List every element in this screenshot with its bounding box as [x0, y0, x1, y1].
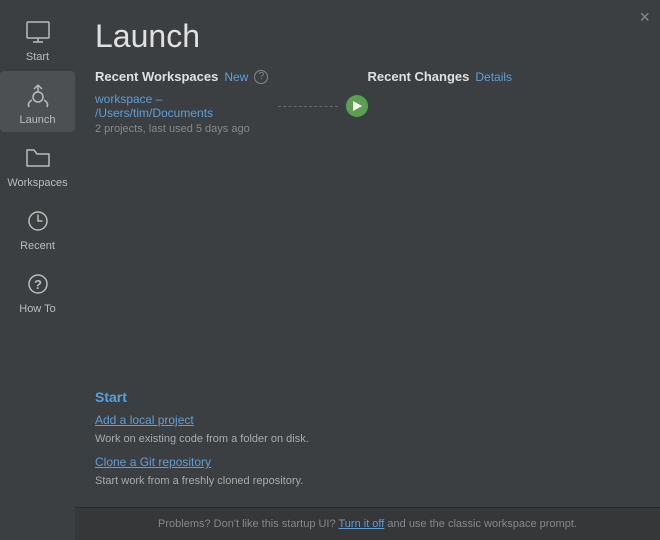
- changes-section-title: Recent Changes: [368, 69, 470, 84]
- changes-section-header: Recent Changes Details: [368, 69, 641, 84]
- start-section-title: Start: [95, 389, 640, 405]
- sidebar: Start Launch Workspaces: [0, 0, 75, 540]
- new-workspace-link[interactable]: New: [224, 70, 248, 84]
- launch-icon: [22, 79, 54, 111]
- sidebar-item-launch-label: Launch: [19, 114, 55, 126]
- clone-git-item: Clone a Git repository Start work from a…: [95, 455, 640, 489]
- add-local-project-item: Add a local project Work on existing cod…: [95, 413, 640, 447]
- footer-text-before: Problems? Don't like this startup UI?: [158, 518, 336, 530]
- play-button[interactable]: [346, 95, 368, 117]
- turn-off-link[interactable]: Turn it off: [338, 518, 384, 530]
- sidebar-item-start[interactable]: Start: [0, 8, 75, 69]
- footer-text-after: and use the classic workspace prompt.: [387, 518, 577, 530]
- workspace-path-link[interactable]: workspace – /Users/tim/Documents: [95, 92, 270, 120]
- workspace-row: workspace – /Users/tim/Documents: [95, 92, 368, 120]
- clone-git-desc: Start work from a freshly cloned reposit…: [95, 475, 303, 487]
- content-area: Recent Workspaces New ? workspace – /Use…: [75, 69, 660, 507]
- page-title: Launch: [75, 0, 660, 69]
- content-spacer: [95, 145, 640, 389]
- start-icon: [22, 16, 54, 48]
- svg-text:?: ?: [34, 277, 42, 292]
- changes-col: Recent Changes Details: [368, 69, 641, 135]
- add-local-project-desc: Work on existing code from a folder on d…: [95, 433, 309, 445]
- sidebar-item-howto[interactable]: ? How To: [0, 260, 75, 321]
- sidebar-item-launch[interactable]: Launch: [0, 71, 75, 132]
- workspace-meta: 2 projects, last used 5 days ago: [95, 123, 368, 135]
- workspaces-section-header: Recent Workspaces New ?: [95, 69, 368, 84]
- add-local-project-link[interactable]: Add a local project: [95, 413, 640, 427]
- details-link[interactable]: Details: [475, 70, 512, 84]
- main-panel: × Launch Recent Workspaces New ? workspa…: [75, 0, 660, 540]
- howto-icon: ?: [22, 268, 54, 300]
- close-button[interactable]: ×: [639, 8, 650, 26]
- sidebar-item-recent-label: Recent: [20, 240, 55, 252]
- sidebar-item-howto-label: How To: [19, 303, 55, 315]
- clone-git-link[interactable]: Clone a Git repository: [95, 455, 640, 469]
- sidebar-item-workspaces-label: Workspaces: [7, 177, 67, 189]
- start-section: Start Add a local project Work on existi…: [95, 389, 640, 507]
- workspaces-section-title: Recent Workspaces: [95, 69, 218, 84]
- sidebar-item-workspaces[interactable]: Workspaces: [0, 134, 75, 195]
- sidebar-item-start-label: Start: [26, 51, 49, 63]
- dotted-line: [278, 106, 338, 107]
- recent-icon: [22, 205, 54, 237]
- sidebar-item-recent[interactable]: Recent: [0, 197, 75, 258]
- workspaces-col: Recent Workspaces New ? workspace – /Use…: [95, 69, 368, 135]
- footer: Problems? Don't like this startup UI? Tu…: [75, 507, 660, 540]
- help-icon[interactable]: ?: [254, 70, 268, 84]
- workspaces-icon: [22, 142, 54, 174]
- two-col-header: Recent Workspaces New ? workspace – /Use…: [95, 69, 640, 135]
